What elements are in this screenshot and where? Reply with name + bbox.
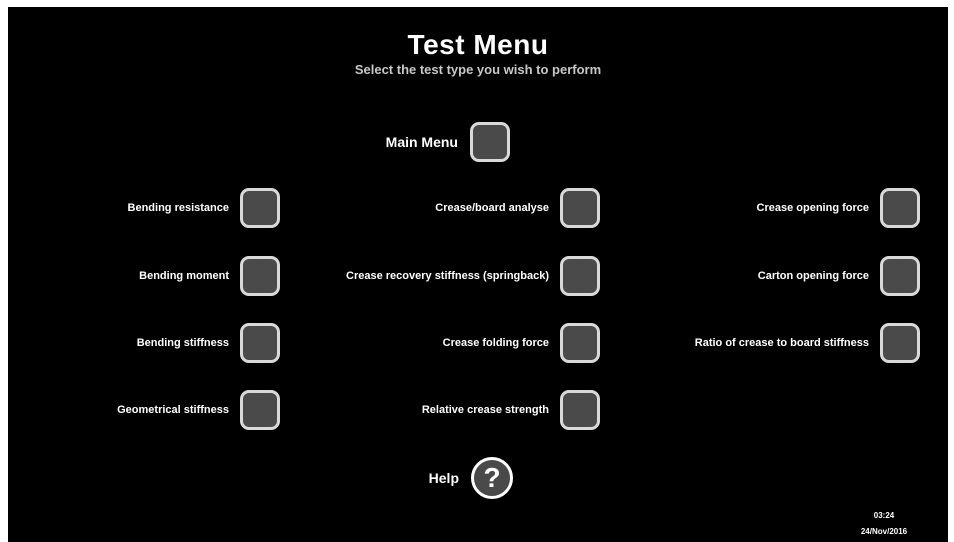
- clock-time: 03:24: [873, 511, 895, 520]
- geometrical-stiffness-label: Geometrical stiffness: [117, 404, 229, 416]
- crease-board-analyse-label: Crease/board analyse: [435, 202, 549, 214]
- main-menu-item[interactable]: Main Menu: [308, 122, 510, 162]
- crease-folding-force-button[interactable]: [560, 323, 600, 363]
- test-menu-screen: Test Menu Select the test type you wish …: [8, 7, 948, 542]
- carton-opening-force-item[interactable]: Carton opening force: [628, 256, 920, 296]
- clock-date: 24/Nov/2016: [860, 527, 908, 536]
- bending-resistance-item[interactable]: Bending resistance: [48, 188, 280, 228]
- relative-crease-strength-label: Relative crease strength: [421, 404, 549, 416]
- question-mark-icon[interactable]: ?: [471, 457, 513, 499]
- bending-moment-button[interactable]: [240, 256, 280, 296]
- crease-opening-force-label: Crease opening force: [756, 202, 869, 214]
- crease-recovery-stiffness-label: Crease recovery stiffness (springback): [346, 270, 549, 282]
- bending-stiffness-label: Bending stiffness: [136, 337, 229, 349]
- ratio-crease-board-stiffness-button[interactable]: [880, 323, 920, 363]
- geometrical-stiffness-item[interactable]: Geometrical stiffness: [48, 390, 280, 430]
- bending-resistance-label: Bending resistance: [127, 202, 229, 214]
- crease-opening-force-item[interactable]: Crease opening force: [628, 188, 920, 228]
- crease-board-analyse-item[interactable]: Crease/board analyse: [308, 188, 600, 228]
- crease-recovery-stiffness-item[interactable]: Crease recovery stiffness (springback): [308, 256, 600, 296]
- crease-board-analyse-button[interactable]: [560, 188, 600, 228]
- bending-stiffness-item[interactable]: Bending stiffness: [48, 323, 280, 363]
- geometrical-stiffness-button[interactable]: [240, 390, 280, 430]
- main-menu-button[interactable]: [470, 122, 510, 162]
- main-menu-label: Main Menu: [385, 134, 458, 150]
- help-label: Help: [428, 470, 459, 486]
- crease-folding-force-item[interactable]: Crease folding force: [308, 323, 600, 363]
- bending-moment-item[interactable]: Bending moment: [48, 256, 280, 296]
- crease-opening-force-button[interactable]: [880, 188, 920, 228]
- help-item[interactable]: Help ?: [388, 457, 513, 499]
- page-subtitle: Select the test type you wish to perform: [354, 62, 602, 77]
- bending-moment-label: Bending moment: [139, 270, 229, 282]
- crease-folding-force-label: Crease folding force: [442, 337, 549, 349]
- bending-resistance-button[interactable]: [240, 188, 280, 228]
- relative-crease-strength-item[interactable]: Relative crease strength: [308, 390, 600, 430]
- carton-opening-force-button[interactable]: [880, 256, 920, 296]
- crease-recovery-stiffness-button[interactable]: [560, 256, 600, 296]
- ratio-crease-board-stiffness-item[interactable]: Ratio of crease to board stiffness: [628, 323, 920, 363]
- page-title: Test Menu: [407, 29, 549, 60]
- carton-opening-force-label: Carton opening force: [757, 270, 869, 282]
- ratio-crease-board-stiffness-label: Ratio of crease to board stiffness: [694, 337, 869, 349]
- relative-crease-strength-button[interactable]: [560, 390, 600, 430]
- bending-stiffness-button[interactable]: [240, 323, 280, 363]
